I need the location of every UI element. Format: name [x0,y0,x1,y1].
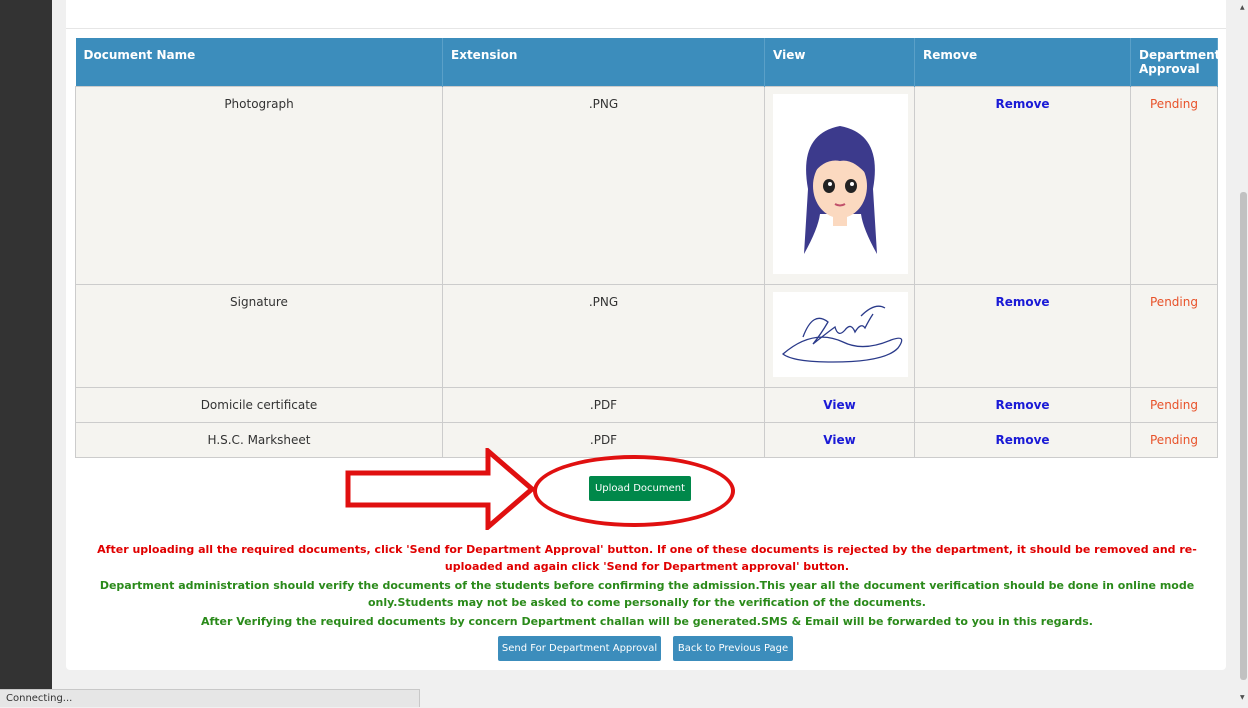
remove-link[interactable]: Remove [914,422,1131,458]
status-badge: Pending [1130,86,1218,285]
status-badge: Pending [1130,422,1218,458]
scroll-down-arrow-icon[interactable]: ▼ [1240,694,1245,701]
instruction-note-red: After uploading all the required documen… [97,543,1197,573]
document-extension: .PDF [442,387,765,423]
table-header-row: Document Name Extension View Remove Depa… [75,38,1220,87]
remove-link[interactable]: Remove [914,387,1131,423]
status-badge: Pending [1130,387,1218,423]
upload-document-button[interactable]: Upload Document [589,476,691,501]
document-name: Photograph [75,86,443,285]
panel-divider [66,28,1226,29]
view-link[interactable]: View [764,422,915,458]
instruction-note-green: Department administration should verify … [99,579,1195,609]
annotation-arrow-icon [345,448,535,530]
header-remove: Remove [914,38,1131,87]
header-view: View [764,38,915,87]
table-row: H.S.C. Marksheet .PDF View Remove Pendin… [75,422,1218,458]
document-name: Signature [75,284,443,388]
documents-table: Document Name Extension View Remove Depa… [75,38,1220,458]
view-cell [764,284,915,388]
remove-link[interactable]: Remove [914,284,1131,388]
document-extension: .PNG [442,86,765,285]
browser-status-bar: Connecting... [0,689,420,707]
table-row: Photograph .PNG Remove Pending [75,86,1218,285]
back-button[interactable]: Back to Previous Page [673,636,793,661]
status-badge: Pending [1130,284,1218,388]
send-for-approval-button[interactable]: Send For Department Approval [498,636,661,661]
header-department-approval: Department Approval [1130,38,1220,87]
left-sidebar-strip [0,0,52,690]
instruction-note-challan: After Verifying the required documents b… [201,615,1093,628]
view-cell [764,86,915,285]
remove-link[interactable]: Remove [914,86,1131,285]
scroll-up-arrow-icon[interactable]: ▲ [1240,4,1245,11]
table-row: Signature .PNG Remove Pending [75,284,1218,388]
scrollbar-thumb[interactable] [1240,192,1247,680]
photograph-thumbnail[interactable] [773,94,908,274]
signature-thumbnail[interactable] [773,292,908,377]
header-extension: Extension [442,38,765,87]
view-link[interactable]: View [764,387,915,423]
document-extension: .PNG [442,284,765,388]
table-row: Domicile certificate .PDF View Remove Pe… [75,387,1218,423]
document-name: Domicile certificate [75,387,443,423]
header-document-name: Document Name [75,38,443,87]
